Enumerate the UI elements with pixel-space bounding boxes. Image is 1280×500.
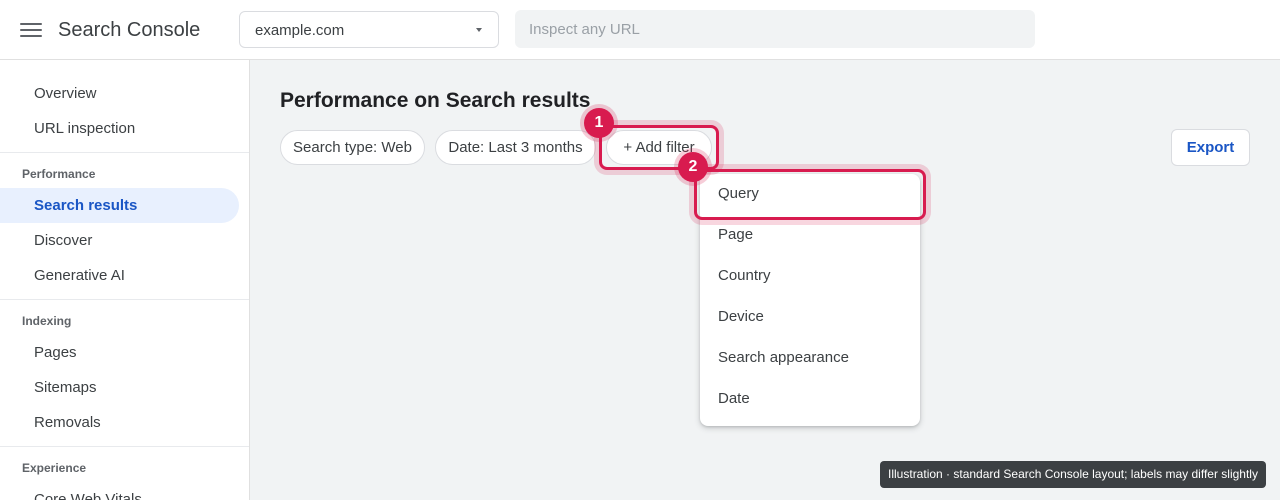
sidebar-divider [0, 446, 249, 447]
sidebar-item-url-inspection[interactable]: URL inspection [0, 111, 239, 146]
search-type-filter-chip[interactable]: Search type: Web [280, 130, 425, 165]
date-filter-chip[interactable]: Date: Last 3 months [435, 130, 596, 165]
menu-item-device[interactable]: Device [700, 299, 920, 335]
top-app-bar: Search Console example.com [0, 0, 1280, 60]
step-1-badge: 1 [584, 108, 614, 138]
sidebar-item-removals[interactable]: Removals [0, 405, 239, 440]
sidebar-item-pages[interactable]: Pages [0, 335, 239, 370]
filter-dropdown-menu: Query Page Country Device Search appeara… [700, 174, 920, 426]
sidebar-item-discover[interactable]: Discover [0, 223, 239, 258]
page-title: Performance on Search results [280, 89, 591, 112]
dropdown-caret-icon [476, 28, 482, 32]
sidebar-item-sitemaps[interactable]: Sitemaps [0, 370, 239, 405]
sidebar-item-overview[interactable]: Overview [0, 76, 239, 111]
property-value: example.com [255, 22, 345, 39]
sidebar-item-generative-ai[interactable]: Generative AI [0, 258, 239, 293]
url-inspection-input[interactable] [515, 10, 1035, 48]
menu-item-page[interactable]: Page [700, 217, 920, 253]
sidebar-nav: Overview URL inspection Performance Sear… [0, 60, 250, 500]
menu-item-search-appearance[interactable]: Search appearance [700, 340, 920, 376]
sidebar-item-core-web-vitals[interactable]: Core Web Vitals [0, 482, 239, 500]
sidebar-section-performance: Performance [22, 167, 96, 181]
menu-item-date[interactable]: Date [700, 381, 920, 417]
menu-icon[interactable] [20, 21, 42, 39]
menu-item-query[interactable]: Query [700, 176, 920, 212]
illustration-caption: Illustration · standard Search Console l… [880, 461, 1266, 488]
sidebar-section-experience: Experience [22, 461, 87, 475]
menu-item-country[interactable]: Country [700, 258, 920, 294]
sidebar-divider [0, 299, 249, 300]
sidebar-item-search-results[interactable]: Search results [0, 188, 239, 223]
property-selector[interactable]: example.com [239, 11, 499, 48]
step-2-badge: 2 [678, 152, 708, 182]
sidebar-divider [0, 152, 249, 153]
app-title: Search Console [58, 19, 201, 41]
sidebar-section-indexing: Indexing [22, 314, 72, 328]
export-button[interactable]: Export [1171, 129, 1250, 166]
